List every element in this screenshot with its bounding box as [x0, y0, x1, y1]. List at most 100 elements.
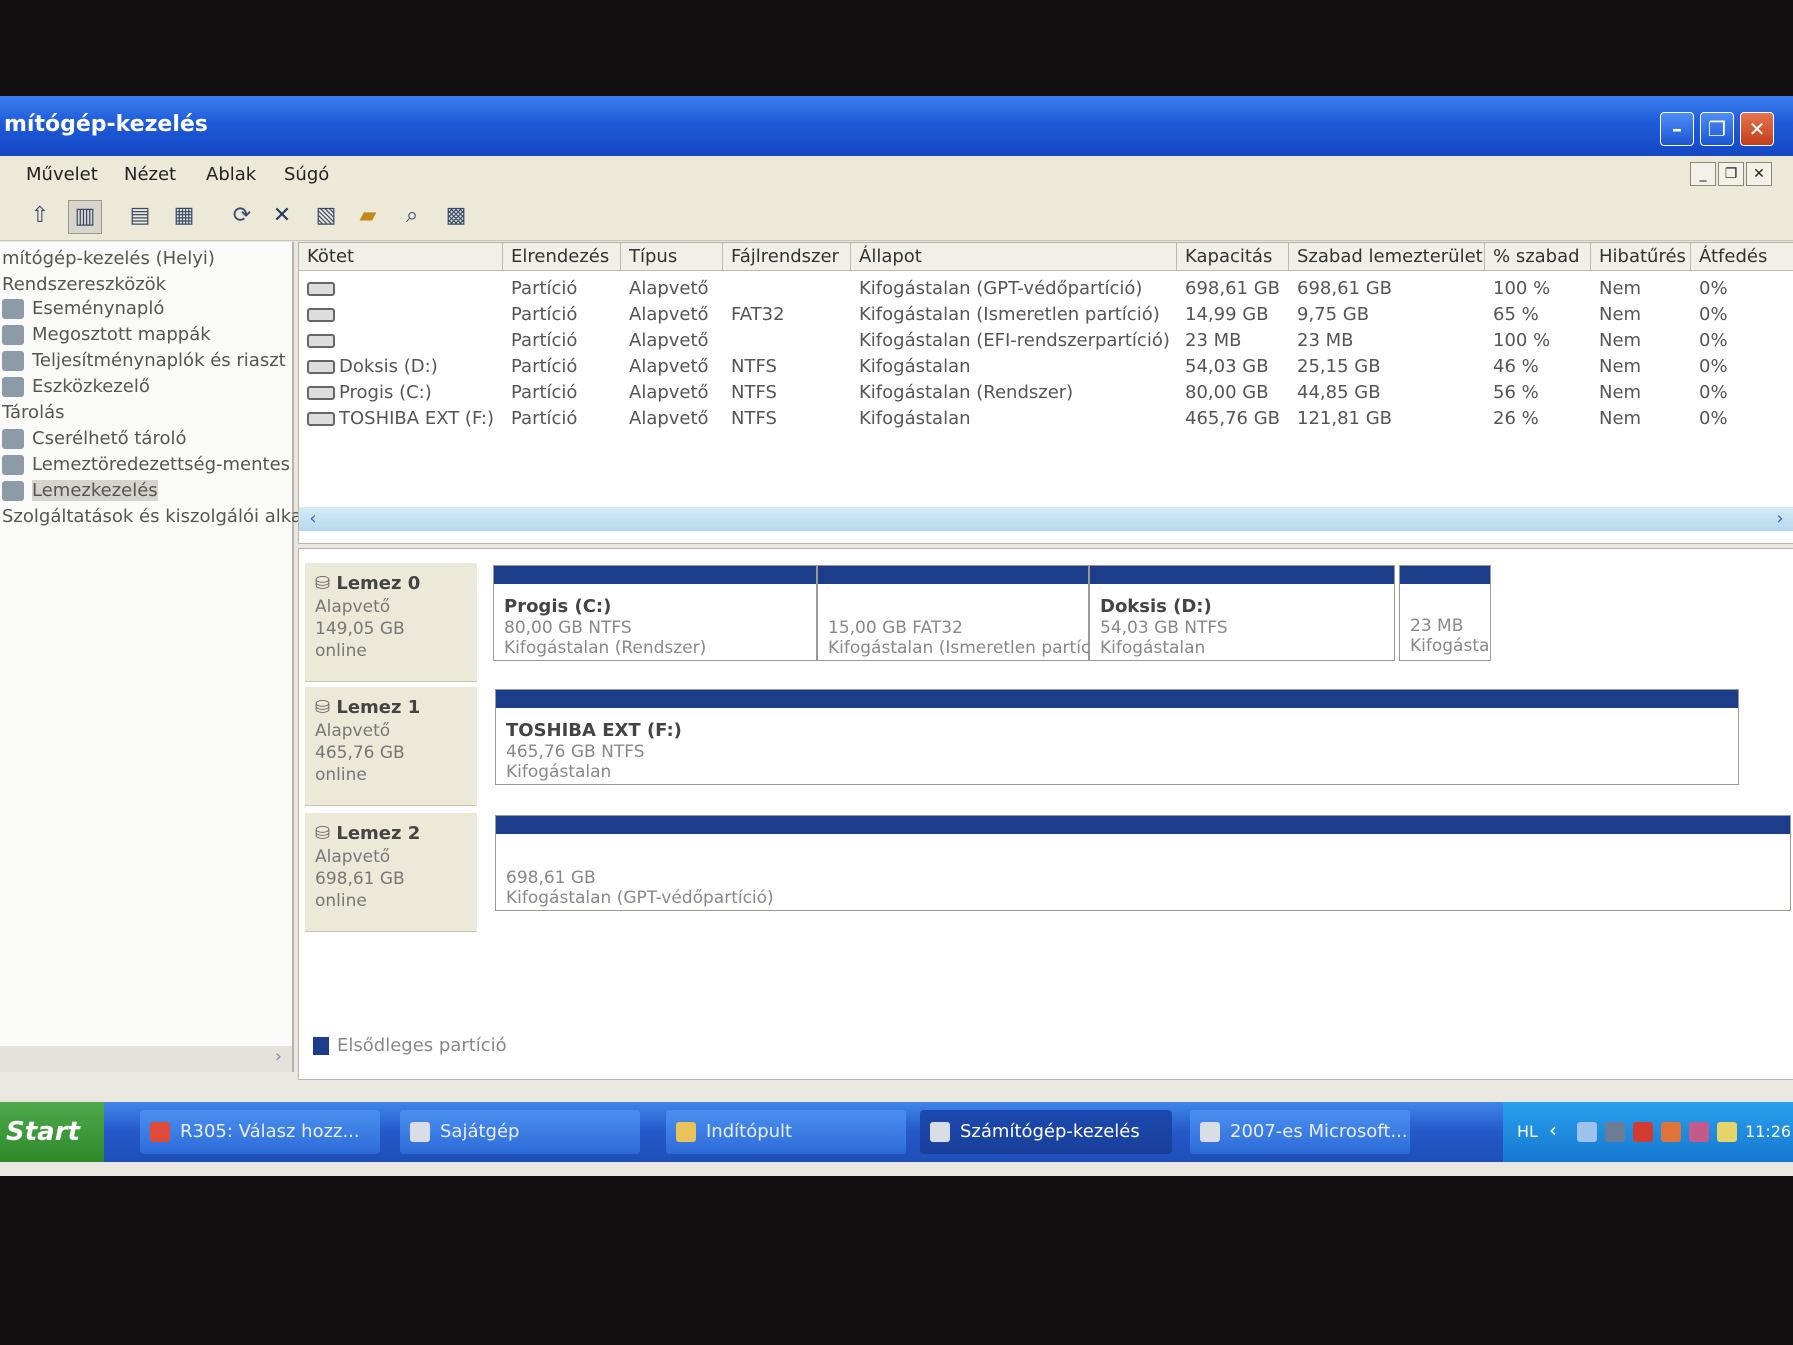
cell-text: Partíció [511, 408, 578, 429]
tree-item-disk-management[interactable]: Lemezkezelés [2, 480, 158, 506]
disk-label-1[interactable]: ⛁ Lemez 1 Alapvető 465,76 GB online [305, 687, 477, 806]
menu-action[interactable]: Művelet [26, 164, 98, 185]
language-indicator[interactable]: HL [1517, 1122, 1538, 1141]
legend: Elsődleges partíció [313, 1035, 507, 1056]
network-icon[interactable] [1605, 1122, 1625, 1142]
cell-text: Doksis (D:) [339, 356, 438, 377]
cell-text: 14,99 GB [1185, 304, 1269, 325]
cell-capacity: 23 MB [1185, 327, 1242, 355]
cell-text: 65 % [1493, 304, 1539, 325]
partition-fat32[interactable]: 15,00 GB FAT32 Kifogástalan (Ismeretlen … [817, 565, 1112, 661]
cell-status: Kifogástalan (Rendszer) [859, 379, 1073, 407]
child-close-button[interactable]: ✕ [1746, 162, 1772, 186]
search-icon[interactable]: ⌕ [396, 200, 428, 232]
partition-efi[interactable]: 23 MB Kifogásta [1399, 565, 1491, 661]
disk-size: 465,76 GB [315, 743, 405, 763]
menu-help[interactable]: Súgó [284, 164, 329, 185]
cell-text: NTFS [731, 356, 777, 377]
task-my-computer[interactable]: Sajátgép [400, 1110, 640, 1154]
clock: 11:26 [1745, 1122, 1792, 1141]
column-header-fault-tolerance[interactable]: Hibatűrés [1591, 243, 1691, 271]
cell-fault-tolerance: Nem [1599, 379, 1641, 407]
menu-view[interactable]: Nézet [124, 164, 176, 185]
partition-gpt-protective[interactable]: 698,61 GB Kifogástalan (GPT-védőpartíció… [495, 815, 1791, 911]
tree-item-computer-management[interactable]: mítógép-kezelés (Helyi) [2, 248, 215, 274]
start-button[interactable]: Start [0, 1102, 104, 1162]
task-startup[interactable]: Indítópult [666, 1110, 906, 1154]
task-microsoft-2007[interactable]: 2007-es Microsoft... [1190, 1110, 1410, 1154]
delete-icon[interactable]: ✕ [266, 200, 298, 232]
security-icon[interactable] [1689, 1122, 1709, 1142]
tree-item-performance-logs[interactable]: Teljesítménynaplók és riaszt [2, 350, 286, 376]
cell-fault-tolerance: Nem [1599, 301, 1641, 329]
restore-button[interactable]: ❐ [1700, 112, 1734, 146]
column-header-overhead[interactable]: Átfedés [1691, 243, 1793, 271]
tray-expand-icon[interactable]: ‹ [1549, 1118, 1557, 1142]
settings-icon[interactable]: ▩ [440, 200, 472, 232]
list-view-icon[interactable]: ▦ [168, 200, 200, 232]
scroll-right-icon[interactable]: › [275, 1046, 282, 1067]
tree-item-shared-folders[interactable]: Megosztott mappák [2, 324, 211, 350]
tree-item-defragmenter[interactable]: Lemeztöredezettség-mentes [2, 454, 290, 480]
cell-layout: Partíció [511, 353, 577, 381]
tree-horizontal-scrollbar[interactable]: › [0, 1046, 292, 1072]
update-icon[interactable] [1661, 1122, 1681, 1142]
column-header-free-space[interactable]: Szabad lemezterület [1289, 243, 1485, 271]
disk-properties-icon[interactable]: ▧ [310, 200, 342, 232]
column-header-filesystem[interactable]: Fájlrendszer [723, 243, 851, 271]
tree-item-removable-storage[interactable]: Cserélhető tároló [2, 428, 187, 454]
cell-text: 698,61 GB [1297, 278, 1393, 299]
partition-toshiba-ext-f[interactable]: TOSHIBA EXT (F:) 465,76 GB NTFS Kifogást… [495, 689, 1739, 785]
cell-overhead: 0% [1699, 405, 1728, 433]
cell-text: Partíció [511, 278, 578, 299]
open-folder-icon[interactable]: ▰ [352, 200, 384, 232]
cell-percent-free: 65 % [1493, 301, 1539, 329]
disk-label-2[interactable]: ⛁ Lemez 2 Alapvető 698,61 GB online [305, 813, 477, 932]
cell-text: Partíció [511, 382, 578, 403]
volume-icon[interactable] [1717, 1122, 1737, 1142]
tree-item-device-manager[interactable]: Eszközkezelő [2, 376, 150, 402]
menu-window[interactable]: Ablak [206, 164, 256, 185]
minimize-button[interactable]: – [1660, 112, 1694, 146]
cell-percent-free: 26 % [1493, 405, 1539, 433]
column-header-status[interactable]: Állapot [851, 243, 1177, 271]
disk-label-0[interactable]: ⛁ Lemez 0 Alapvető 149,05 GB online [305, 563, 477, 682]
close-button[interactable]: ✕ [1740, 112, 1774, 146]
child-restore-button[interactable]: ❐ [1718, 162, 1744, 186]
properties-icon[interactable]: ▤ [124, 200, 156, 232]
antivirus-icon[interactable] [1633, 1122, 1653, 1142]
column-header-layout[interactable]: Elrendezés [503, 243, 621, 271]
cell-text: Nem [1599, 330, 1642, 351]
task-computer-management[interactable]: Számítógép-kezelés [920, 1110, 1172, 1154]
column-header-volume[interactable]: Kötet [299, 243, 503, 271]
list-horizontal-scrollbar[interactable]: ‹ › [299, 507, 1793, 531]
tree-item-event-viewer[interactable]: Eseménynapló [2, 298, 164, 324]
refresh-icon[interactable]: ⟳ [226, 200, 258, 232]
cell-type: Alapvető [629, 353, 709, 381]
cell-fault-tolerance: Nem [1599, 275, 1641, 303]
child-minimize-button[interactable]: _ [1690, 162, 1716, 186]
cell-percent-free: 46 % [1493, 353, 1539, 381]
cell-free-space: 23 MB [1297, 327, 1354, 355]
column-header-capacity[interactable]: Kapacitás [1177, 243, 1289, 271]
device-manager-icon [2, 377, 24, 397]
partition-doksis-d[interactable]: Doksis (D:) 54,03 GB NTFS Kifogástalan [1089, 565, 1395, 661]
cell-type: Alapvető [629, 327, 709, 355]
up-folder-icon[interactable]: ⇧ [24, 200, 56, 232]
tree-item-system-tools[interactable]: Rendszereszközök [2, 274, 166, 300]
partition-progis-c[interactable]: Progis (C:) 80,00 GB NTFS Kifogástalan (… [493, 565, 817, 661]
toolbar: ⇧ ▥ ▤ ▦ ⟳ ✕ ▧ ▰ ⌕ ▩ [0, 192, 1793, 241]
tree-item-storage[interactable]: Tárolás [2, 402, 64, 428]
show-tree-icon[interactable]: ▥ [68, 200, 102, 234]
column-header-percent-free[interactable]: % szabad [1485, 243, 1591, 271]
usb-icon[interactable] [1577, 1122, 1597, 1142]
volume-icon [307, 308, 335, 322]
scroll-left-icon[interactable]: ‹ [301, 507, 325, 531]
tree-item-services-applications[interactable]: Szolgáltatások és kiszolgálói alka [2, 506, 302, 532]
cell-text: 0% [1699, 382, 1728, 403]
scroll-right-icon[interactable]: › [1768, 507, 1792, 531]
column-header-type[interactable]: Típus [621, 243, 723, 271]
task-r305[interactable]: R305: Válasz hozz... [140, 1110, 380, 1154]
cell-text: 44,85 GB [1297, 382, 1381, 403]
cell-text: 698,61 GB [1185, 278, 1281, 299]
